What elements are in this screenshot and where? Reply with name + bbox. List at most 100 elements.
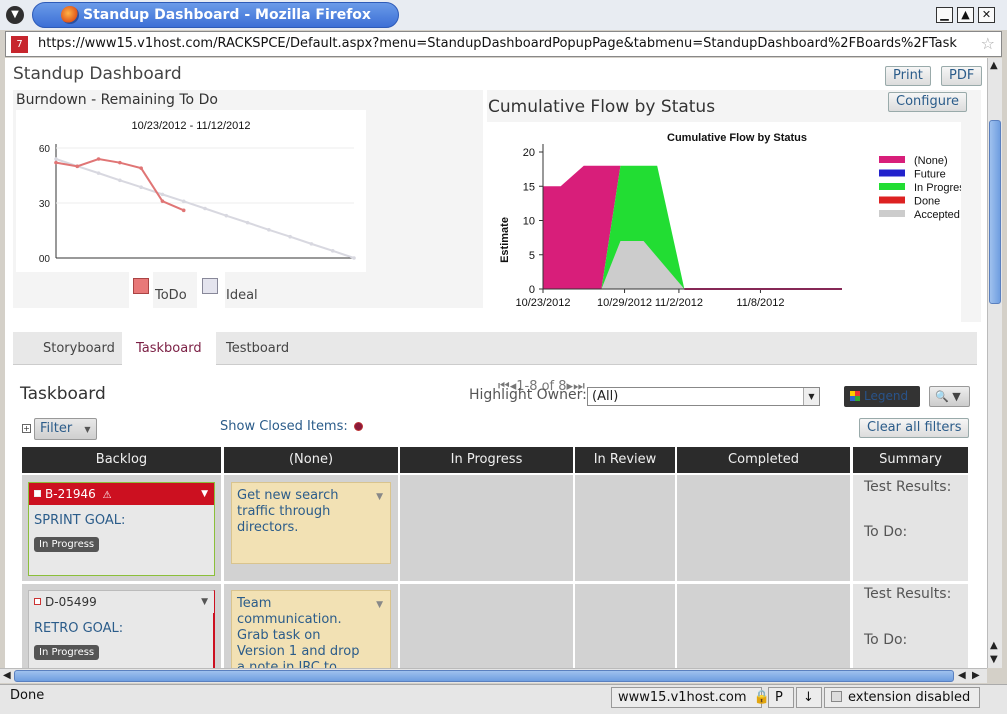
legend-button[interactable]: Legend — [844, 386, 920, 407]
cfd-y-tick: 0 — [529, 284, 535, 296]
cfd-legend-label: Done — [914, 196, 940, 208]
vertical-scrollbar[interactable]: ▲ ▲ ▼ — [987, 58, 1002, 668]
row2-inreview-cell — [575, 584, 675, 668]
page-content: Standup Dashboard Print PDF Burndown - R… — [5, 58, 987, 668]
url-bar[interactable]: 7 https://www15.v1host.com/RACKSPCE/Defa… — [5, 31, 1002, 57]
bookmark-star-icon[interactable]: ☆ — [981, 34, 995, 53]
scroll-left-icon[interactable]: ◀ — [3, 670, 11, 681]
story-id[interactable]: B-21946 — [45, 487, 96, 501]
story-id[interactable]: D-05499 — [45, 595, 97, 609]
row1-inreview-cell — [575, 475, 675, 581]
cfd-chart-title: Cumulative Flow by Status — [667, 132, 807, 144]
burndown-point — [309, 242, 314, 246]
column-header-in-progress[interactable]: In Progress — [400, 447, 573, 473]
cfd-x-tick: 11/2/2012 — [655, 297, 703, 309]
column-header-in-review[interactable]: In Review — [575, 447, 675, 473]
burndown-point — [330, 249, 335, 253]
cumulative-flow-panel: Cumulative Flow by Status Configure Cumu… — [487, 90, 981, 322]
tab-taskboard[interactable]: Taskboard — [122, 332, 216, 365]
addon-icon[interactable]: P — [768, 687, 794, 708]
row1-inprogress-cell — [400, 475, 573, 581]
task-card[interactable]: Get new search traffic through directors… — [231, 482, 391, 564]
burndown-point — [203, 206, 207, 211]
burndown-point — [181, 208, 186, 213]
scroll-down-icon[interactable]: ▼ — [990, 654, 998, 665]
show-closed-label: Show Closed Items: — [220, 419, 348, 434]
vertical-scroll-thumb[interactable] — [989, 120, 1001, 304]
scroll-left-icon[interactable]: ◀ — [958, 670, 966, 681]
pdf-button[interactable]: PDF — [941, 66, 983, 86]
burndown-chart: 10/23/2012 - 11/12/2012 60 30 00 — [16, 110, 366, 272]
scroll-up-icon[interactable]: ▲ — [990, 60, 998, 71]
cfd-legend-swatch — [879, 196, 905, 204]
chevron-down-icon[interactable]: ▼ — [376, 597, 383, 613]
column-header-backlog[interactable]: Backlog — [22, 447, 221, 473]
status-text: Done — [10, 688, 45, 703]
column-header-completed[interactable]: Completed — [677, 447, 850, 473]
maximize-button[interactable]: ▲ — [957, 7, 974, 23]
column-header-summary[interactable]: Summary — [853, 447, 968, 473]
board-tabs: Storyboard Taskboard Testboard — [13, 332, 977, 365]
highlight-owner-select[interactable]: (All) ▼ — [587, 387, 820, 406]
closed-toggle-icon[interactable] — [353, 422, 363, 431]
task-card[interactable]: Team communication. Grab task on Version… — [231, 590, 391, 668]
burndown-point — [139, 185, 143, 190]
burndown-point — [96, 157, 101, 161]
column-header-none[interactable]: (None) — [224, 447, 398, 473]
cfd-x-tick: 10/23/2012 — [515, 297, 570, 309]
cfd-legend-label: In Progress — [914, 182, 961, 194]
story-goal[interactable]: SPRINT GOAL: — [34, 513, 125, 528]
window-title: Standup Dashboard - Mozilla Firefox — [83, 7, 371, 23]
chevron-down-icon[interactable]: ▼ — [201, 483, 208, 505]
close-button[interactable]: ✕ — [978, 7, 995, 23]
cfd-y-tick: 20 — [523, 147, 535, 159]
chevron-down-icon[interactable]: ▼ — [201, 591, 208, 613]
scroll-up-icon[interactable]: ▲ — [990, 640, 998, 651]
horizontal-scrollbar[interactable]: ◀ ◀ ▶ — [0, 668, 987, 683]
expand-filter-icon[interactable]: + — [22, 424, 31, 433]
magnifier-icon: 🔍 — [935, 390, 949, 403]
status-extension-text: extension disabled — [848, 690, 971, 705]
horizontal-scroll-thumb[interactable] — [14, 670, 954, 682]
legend-ideal-label: Ideal — [226, 288, 258, 303]
cfd-y-tick: 15 — [523, 181, 535, 193]
firefox-logo-icon — [61, 6, 79, 24]
story-goal[interactable]: RETRO GOAL: — [34, 621, 123, 636]
window-menu-icon[interactable]: ▼ — [6, 6, 24, 24]
chevron-down-icon: ▼ — [803, 388, 819, 405]
summary-test-results: Test Results: — [864, 586, 952, 602]
task-title: Get new search traffic through directors… — [237, 488, 339, 535]
clear-all-filters-button[interactable]: Clear all filters — [859, 418, 970, 438]
burndown-point — [139, 166, 143, 170]
cfd-legend-label: Accepted — [914, 209, 960, 221]
legend-todo-swatch — [133, 278, 149, 294]
story-card[interactable]: B-21946 ⚠ ▼ SPRINT GOAL: In Progress — [28, 482, 215, 576]
chevron-down-icon[interactable]: ▼ — [376, 489, 383, 505]
tools-button[interactable]: 🔍 ▼ — [929, 386, 970, 407]
chevron-down-icon: ▼ — [84, 425, 91, 434]
task-title: Team communication. Grab task on Version… — [237, 596, 360, 668]
cfd-legend-swatch — [879, 210, 905, 217]
print-button[interactable]: Print — [885, 66, 931, 86]
legend-todo-label: ToDo — [155, 288, 187, 303]
burndown-point — [118, 160, 122, 165]
status-extension[interactable]: extension disabled — [824, 687, 980, 708]
tab-storyboard[interactable]: Storyboard — [29, 332, 129, 365]
story-card-header: B-21946 ⚠ ▼ — [29, 483, 214, 505]
burndown-point — [224, 213, 229, 218]
show-closed-items[interactable]: Show Closed Items: — [220, 419, 363, 434]
filter-button[interactable]: Filter ▼ — [34, 418, 97, 440]
scroll-right-icon[interactable]: ▶ — [972, 670, 980, 681]
burndown-point — [352, 256, 356, 260]
url-text[interactable]: https://www15.v1host.com/RACKSPCE/Defaul… — [38, 36, 957, 51]
download-icon[interactable]: ↓ — [796, 687, 822, 708]
cfd-legend-label: (None) — [914, 155, 948, 167]
status-badge: In Progress — [34, 645, 100, 660]
burndown-y-tick: 00 — [39, 254, 51, 265]
highlight-owner-label: Highlight Owner: — [469, 387, 587, 403]
minimize-button[interactable]: ▁ — [936, 7, 953, 23]
story-card[interactable]: D-05499 ▼ RETRO GOAL: In Progress — [28, 590, 215, 668]
burndown-point — [160, 199, 165, 203]
configure-button[interactable]: Configure — [888, 92, 968, 112]
tab-testboard[interactable]: Testboard — [212, 332, 303, 365]
